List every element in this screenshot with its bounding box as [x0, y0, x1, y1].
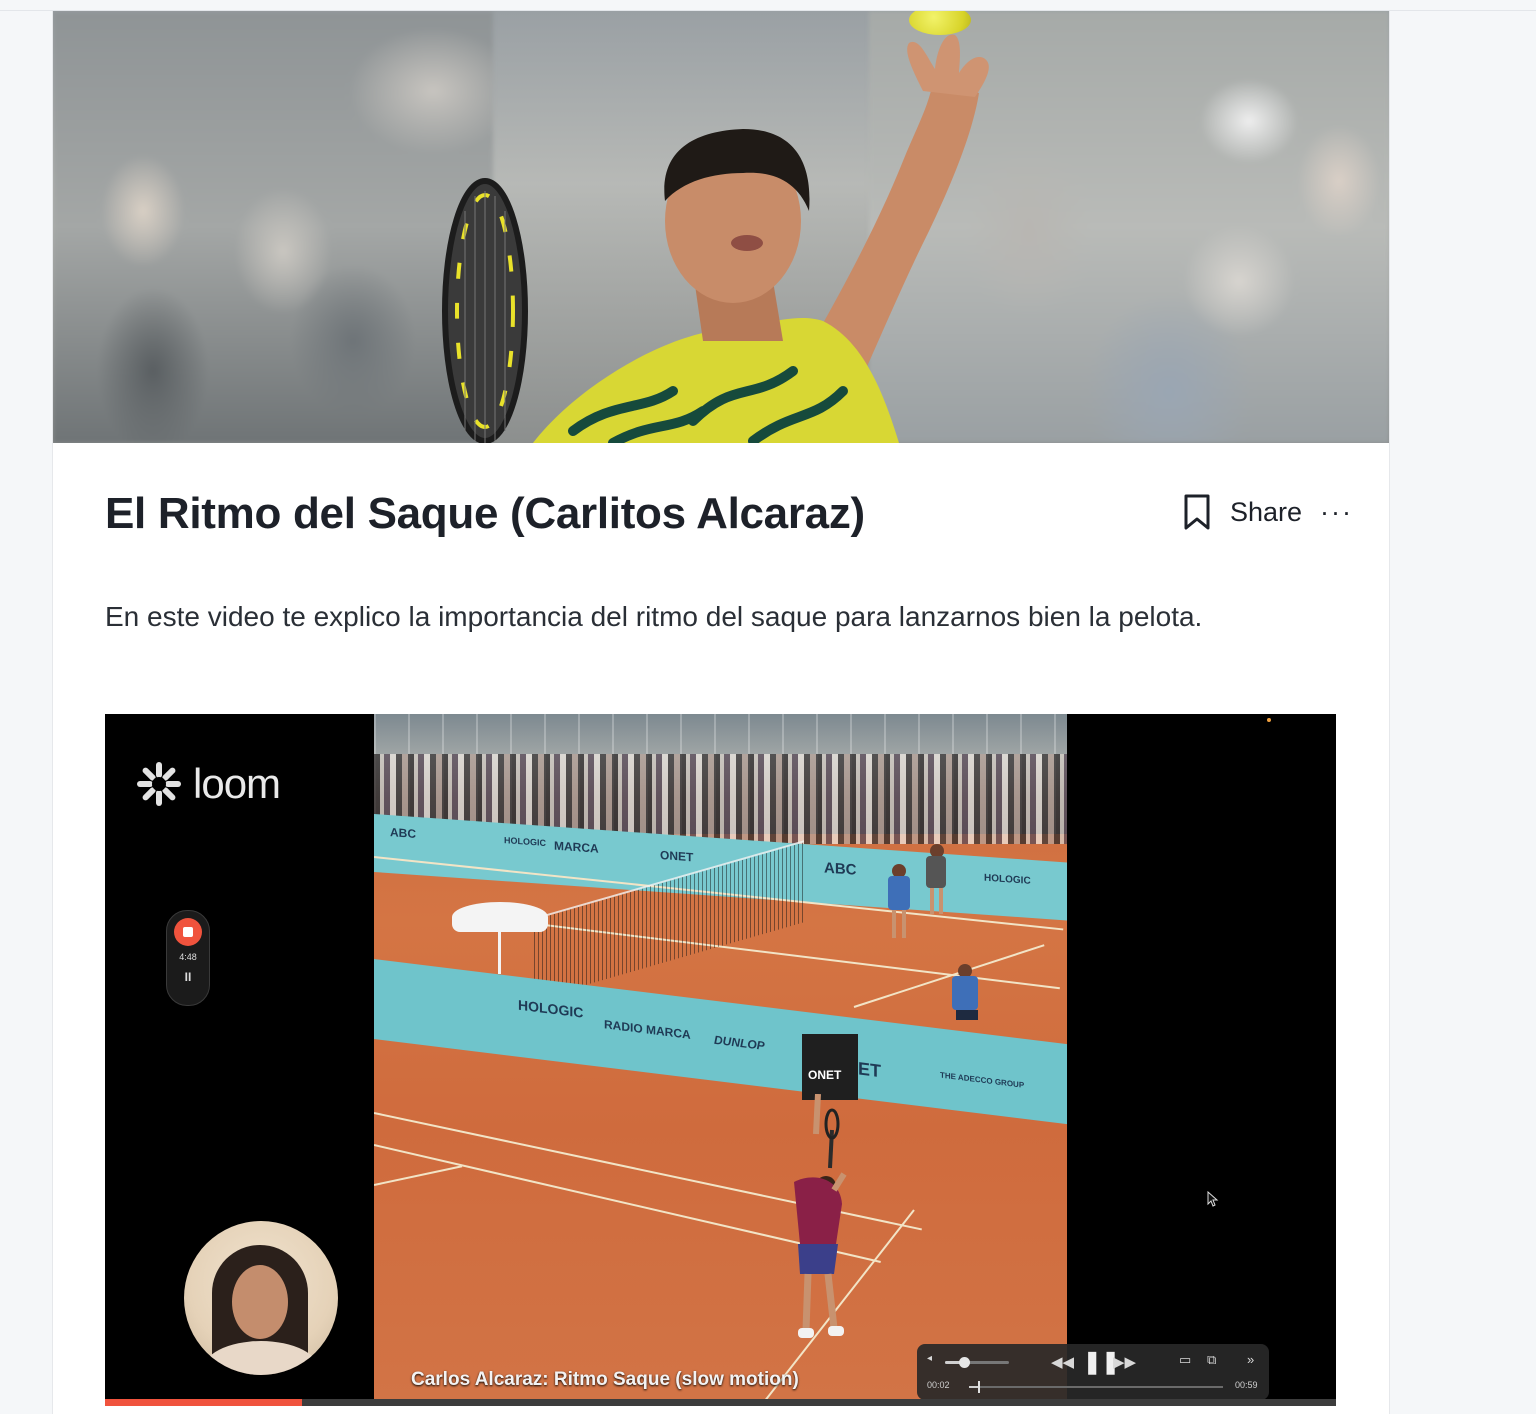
ad-text: ABC [390, 825, 416, 841]
court-line [374, 1165, 463, 1186]
volume-knob[interactable] [959, 1357, 971, 1368]
ad-text: ET [858, 1058, 882, 1082]
post-actions: Share ··· [1182, 491, 1353, 533]
ad-text: HOLOGIC [984, 872, 1031, 887]
fast-forward-icon[interactable]: ▶▶ [1113, 1353, 1136, 1371]
webcam-face [232, 1265, 288, 1339]
recording-controls: 4:48 II [166, 910, 210, 1006]
stop-record-icon[interactable] [174, 918, 202, 946]
video-controls: ◂ ◀◀ ❚❚ ▶▶ ▭ ⧉ » 00:02 00:59 [917, 1344, 1269, 1400]
bookmark-icon[interactable] [1182, 493, 1212, 531]
seek-bar[interactable] [969, 1381, 1223, 1393]
ad-text: ONET [660, 847, 694, 865]
serving-player [794, 1094, 847, 1338]
box-ad-text: ONET [808, 1068, 842, 1082]
pause-icon[interactable]: II [167, 970, 209, 984]
umbrella-pole [498, 929, 501, 974]
loom-progress-fill [105, 1399, 302, 1406]
recording-time: 4:48 [179, 952, 197, 962]
post-description: En este video te explico la importancia … [105, 601, 1203, 632]
post-title: El Ritmo del Saque (Carlitos Alcaraz) [105, 489, 865, 538]
court-sign-box: ONET [802, 1034, 858, 1100]
umbrella [452, 902, 548, 932]
share-button[interactable]: Share [1230, 497, 1302, 528]
ad-text: RADIO MARCA [604, 1017, 691, 1042]
ad-text: MARCA [554, 838, 599, 856]
hero-player-illustration [442, 34, 989, 443]
duration: 00:59 [1235, 1380, 1258, 1390]
ad-text: HOLOGIC [518, 996, 584, 1021]
airplay-icon[interactable]: ▭ [1179, 1352, 1191, 1368]
loom-wordmark: loom [193, 760, 281, 807]
video-frame: ABC MARCA HOLOGIC ONET ABC HOLOGIC HOLOG… [374, 714, 1067, 1406]
video-player[interactable]: loom 4:48 II ABC MARCA HOLOGIC ONET ABC … [105, 714, 1336, 1406]
loom-progress-bar[interactable] [105, 1399, 1336, 1406]
ad-text: THE ADECCO GROUP [940, 1070, 1025, 1090]
expand-icon[interactable]: » [1247, 1352, 1254, 1367]
ad-text: ABC [824, 859, 857, 879]
picture-in-picture-icon[interactable]: ⧉ [1207, 1352, 1216, 1368]
court-line [853, 944, 1045, 1008]
ad-text: HOLOGIC [504, 835, 546, 849]
seek-knob[interactable] [977, 1381, 980, 1393]
webcam-bubble[interactable] [184, 1221, 338, 1375]
status-dot [1267, 718, 1271, 722]
ad-text: DUNLOP [714, 1032, 765, 1053]
hero-image [53, 11, 1389, 443]
loom-asterisk-icon [137, 762, 181, 806]
volume-slider[interactable] [945, 1357, 1009, 1368]
more-horizontal-icon[interactable]: ··· [1320, 497, 1353, 528]
mouse-cursor-icon [1207, 1191, 1219, 1207]
seek-fill [969, 1386, 978, 1388]
rewind-icon[interactable]: ◀◀ [1051, 1353, 1074, 1371]
video-caption: Carlos Alcaraz: Ritmo Saque (slow motion… [411, 1369, 799, 1390]
volume-icon[interactable]: ◂ [927, 1353, 932, 1364]
loom-logo: loom [135, 760, 281, 808]
post-card: El Ritmo del Saque (Carlitos Alcaraz) Sh… [52, 11, 1390, 1414]
current-time: 00:02 [927, 1380, 950, 1390]
